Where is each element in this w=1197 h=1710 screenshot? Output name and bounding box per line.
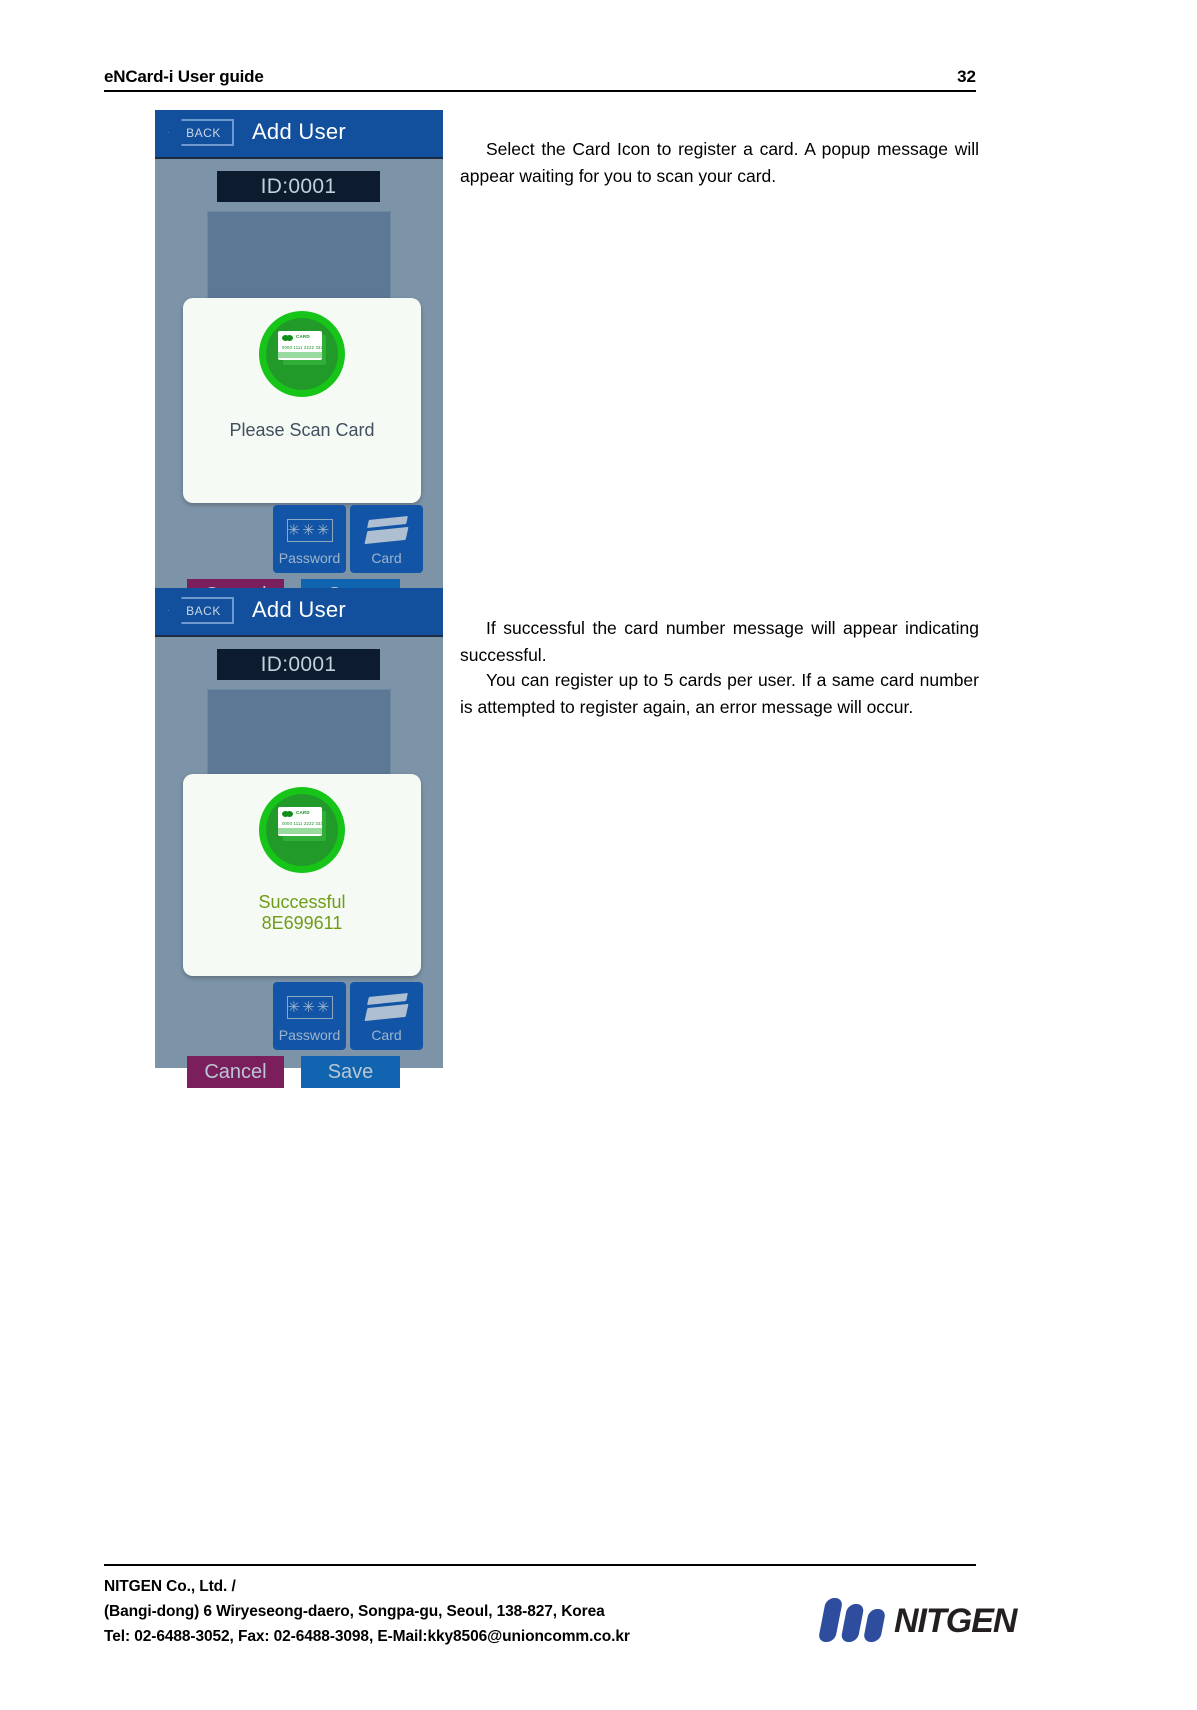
- card-icon: [364, 993, 408, 1022]
- success-card-id: 8E699611: [261, 913, 343, 933]
- popup-success-block: Successful 8E699611: [183, 892, 421, 934]
- card-stripe: [278, 352, 322, 358]
- green-card-icon: CARD 0000 1111 2222 3333: [259, 311, 345, 397]
- device-titlebar: BACK Add User: [155, 110, 443, 159]
- card-brand-label: CARD: [296, 334, 310, 339]
- footer-address-line: (Bangi-dong) 6 Wiryeseong-daero, Songpa-…: [104, 1603, 605, 1620]
- footer-contact-line: Tel: 02-6488-3052, Fax: 02-6488-3098, E-…: [104, 1628, 630, 1645]
- card-number-label: 0000 1111 2222 3333: [282, 345, 322, 350]
- password-button-label: Password: [278, 1027, 341, 1043]
- scan-success-popup: CARD 0000 1111 2222 3333 Successful 8E69…: [183, 774, 421, 976]
- scan-card-popup: CARD 0000 1111 2222 3333 Please Scan Car…: [183, 298, 421, 503]
- card-brand-label: CARD: [296, 810, 310, 815]
- device-body: ID:0001 CARD 0000 1111 2222 3333 Please …: [155, 159, 443, 611]
- card-stripe: [278, 828, 322, 834]
- device-mockup-scan-prompt: BACK Add User ID:0001 CARD 0000 1111 222…: [155, 110, 443, 611]
- card-chip-icon: [282, 335, 294, 341]
- page-number: 32: [957, 67, 976, 86]
- paragraph-card-limit: You can register up to 5 cards per user.…: [460, 670, 979, 717]
- device-titlebar: BACK Add User: [155, 588, 443, 637]
- icon-card-face: CARD 0000 1111 2222 3333: [278, 331, 322, 360]
- card-mode-button[interactable]: Card: [350, 505, 423, 573]
- success-status-label: Successful: [258, 892, 346, 912]
- logo-bars-icon: [817, 1598, 888, 1642]
- mode-button-row: ✳✳✳ Password Card: [273, 505, 423, 573]
- user-id-field[interactable]: ID:0001: [217, 171, 380, 202]
- icon-card-face: CARD 0000 1111 2222 3333: [278, 807, 322, 836]
- green-card-icon: CARD 0000 1111 2222 3333: [259, 787, 345, 873]
- password-mode-button[interactable]: ✳✳✳ Password: [273, 982, 346, 1050]
- mode-button-row: ✳✳✳ Password Card: [273, 982, 423, 1050]
- nitgen-logo: NITGEN: [817, 1596, 1017, 1648]
- popup-message: Please Scan Card: [229, 420, 375, 440]
- card-number-label: 0000 1111 2222 3333: [282, 821, 322, 826]
- screen-title: Add User: [251, 597, 347, 622]
- card-button-label: Card: [371, 550, 402, 566]
- footer-company-line: NITGEN Co., Ltd. /: [104, 1578, 236, 1595]
- user-id-field[interactable]: ID:0001: [217, 649, 380, 680]
- card-icon: [364, 516, 408, 545]
- page-title: eNCard-i User guide: [104, 67, 264, 86]
- card-mode-button[interactable]: Card: [350, 982, 423, 1050]
- paragraph-scan-instruction: Select the Card Icon to register a card.…: [460, 139, 979, 186]
- password-mode-button[interactable]: ✳✳✳ Password: [273, 505, 346, 573]
- footer-address: NITGEN Co., Ltd. / (Bangi-dong) 6 Wiryes…: [104, 1574, 630, 1649]
- asterisks-icon: ✳✳✳: [286, 519, 333, 542]
- password-button-label: Password: [278, 550, 341, 566]
- paragraph-success-message: If successful the card number message wi…: [460, 618, 979, 665]
- page-header: eNCard-i User guide 32: [104, 56, 976, 92]
- card-button-label: Card: [371, 1027, 402, 1043]
- save-button[interactable]: Save: [301, 1056, 400, 1088]
- device-body: ID:0001 CARD 0000 1111 2222 3333 Success…: [155, 637, 443, 1088]
- cancel-button[interactable]: Cancel: [187, 1056, 284, 1088]
- screen-title: Add User: [251, 119, 347, 144]
- device-mockup-scan-success: BACK Add User ID:0001 CARD 0000 1111 222…: [155, 588, 443, 1088]
- card-chip-icon: [282, 811, 294, 817]
- action-button-row: Cancel Save: [187, 1056, 400, 1088]
- logo-wordmark: NITGEN: [894, 1602, 1017, 1640]
- asterisks-icon: ✳✳✳: [286, 996, 333, 1019]
- footer-divider: [104, 1564, 976, 1566]
